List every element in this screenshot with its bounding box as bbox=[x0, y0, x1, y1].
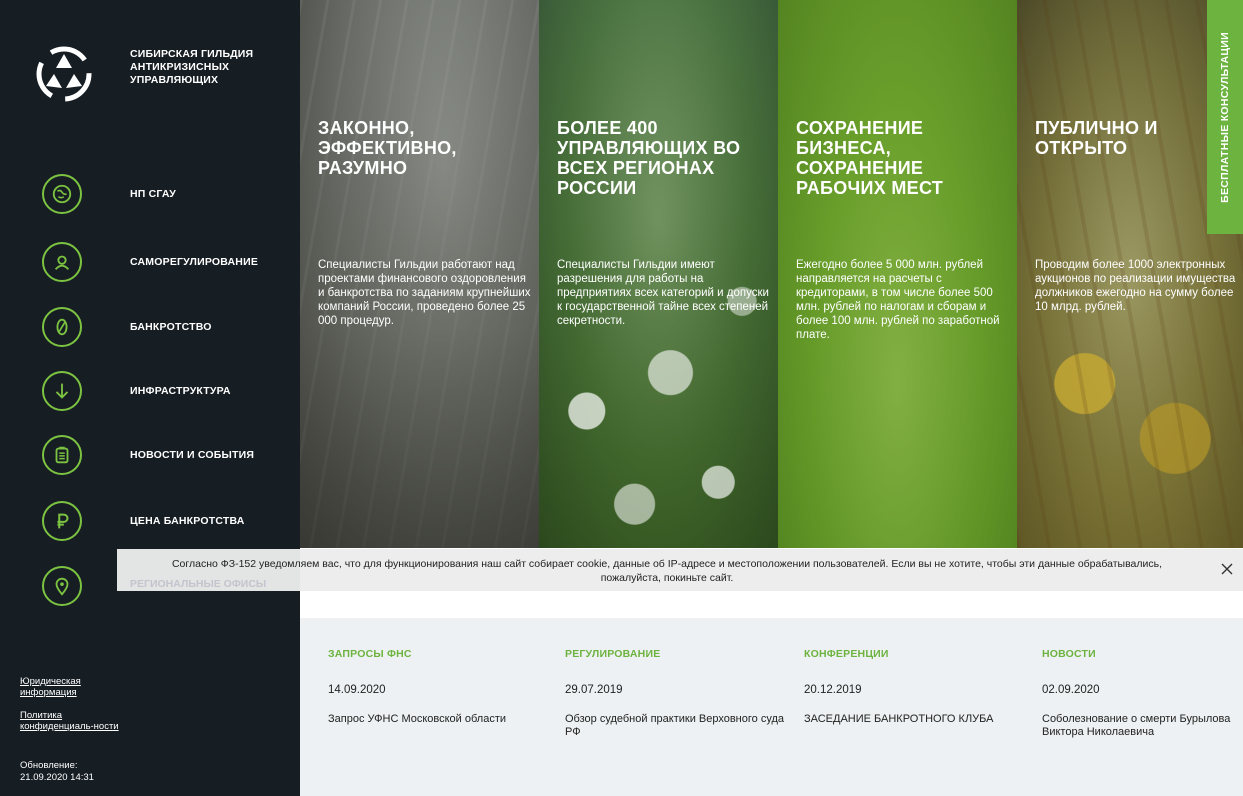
panel-text: Ежегодно более 5 000 млн. рублей направл… bbox=[796, 259, 1000, 341]
news-category-link[interactable]: РЕГУЛИРОВАНИЕ bbox=[565, 648, 660, 660]
nav-label: БАНКРОТСТВО bbox=[130, 321, 212, 333]
nav-label: ИНФРАСТРУКТУРА bbox=[130, 385, 231, 397]
nav-label: САМОРЕГУЛИРОВАНИЕ bbox=[130, 256, 259, 268]
nav-item-bankruptcy[interactable]: БАНКРОТСТВО bbox=[0, 303, 300, 353]
news-title-link[interactable]: Обзор судебной практики Верховного суда … bbox=[565, 713, 785, 739]
panel-title: БОЛЕЕ 400 УПРАВЛЯЮЩИХ ВО ВСЕХ РЕГИОНАХ Р… bbox=[557, 118, 741, 198]
person-icon bbox=[42, 242, 82, 282]
ruble-icon bbox=[42, 501, 82, 541]
news-date: 29.07.2019 bbox=[565, 684, 623, 696]
zero-icon bbox=[42, 307, 82, 347]
panel-text: Специалисты Гильдии работают над проекта… bbox=[318, 259, 531, 327]
brand-name: СИБИРСКАЯ ГИЛЬДИЯ АНТИКРИЗИСНЫХ УПРАВЛЯЮ… bbox=[130, 48, 254, 86]
arrow-down-icon bbox=[42, 371, 82, 411]
nav-item-self-regulation[interactable]: САМОРЕГУЛИРОВАНИЕ bbox=[0, 238, 300, 288]
nav-item-news-events[interactable]: НОВОСТИ И СОБЫТИЯ bbox=[0, 431, 300, 481]
update-label: Обновление: bbox=[20, 760, 78, 771]
hero-panel-managers[interactable]: БОЛЕЕ 400 УПРАВЛЯЮЩИХ ВО ВСЕХ РЕГИОНАХ Р… bbox=[539, 0, 778, 548]
nav-label: НП СГАУ bbox=[130, 188, 177, 200]
hero-panel-business[interactable]: СОХРАНЕНИЕ БИЗНЕСА, СОХРАНЕНИЕ РАБОЧИХ М… bbox=[778, 0, 1017, 548]
legal-info-link[interactable]: Юридическая информация bbox=[20, 676, 110, 698]
news-category-link[interactable]: НОВОСТИ bbox=[1042, 648, 1096, 660]
news-title-link[interactable]: ЗАСЕДАНИЕ БАНКРОТНОГО КЛУБА bbox=[804, 713, 1024, 726]
news-date: 20.12.2019 bbox=[804, 684, 862, 696]
nav-item-np-sgau[interactable]: НП СГАУ bbox=[0, 170, 300, 220]
clipboard-icon bbox=[42, 435, 82, 475]
nav-label: ЦЕНА БАНКРОТСТВА bbox=[130, 515, 245, 527]
nav-label-regional-offices: РЕГИОНАЛЬНЫЕ ОФИСЫ bbox=[130, 578, 267, 590]
nav-item-infrastructure[interactable]: ИНФРАСТРУКТУРА bbox=[0, 367, 300, 417]
news-section: ЗАПРОСЫ ФНС 14.09.2020 Запрос УФНС Моско… bbox=[300, 618, 1243, 796]
update-timestamp: 21.09.2020 14:31 bbox=[20, 772, 94, 783]
panel-text: Проводим более 1000 электронных аукционо… bbox=[1035, 259, 1236, 313]
free-consultation-tab[interactable]: БЕСПЛАТНЫЕ КОНСУЛЬТАЦИИ bbox=[1207, 0, 1243, 234]
news-date: 02.09.2020 bbox=[1042, 684, 1100, 696]
close-icon[interactable] bbox=[1219, 561, 1235, 577]
panel-text: Специалисты Гильдии имеют разрешения для… bbox=[557, 259, 769, 327]
hero-panel-legal[interactable]: ЗАКОННО, ЭФФЕКТИВНО, РАЗУМНО Специалисты… bbox=[300, 0, 539, 548]
cookie-text: Согласно ФЗ-152 уведомляем вас, что для … bbox=[171, 558, 1163, 584]
cookie-banner: Согласно ФЗ-152 уведомляем вас, что для … bbox=[117, 549, 1243, 591]
privacy-policy-link[interactable]: Политика конфиденциаль-ности bbox=[20, 710, 120, 732]
logo-icon[interactable] bbox=[36, 46, 92, 102]
free-consultation-label: БЕСПЛАТНЫЕ КОНСУЛЬТАЦИИ bbox=[1219, 31, 1231, 203]
news-title-link[interactable]: Соболезнование о смерти Бурылова Виктора… bbox=[1042, 713, 1243, 739]
news-category-link[interactable]: ЗАПРОСЫ ФНС bbox=[328, 648, 412, 660]
globe-icon bbox=[42, 174, 82, 214]
nav-label: НОВОСТИ И СОБЫТИЯ bbox=[130, 449, 255, 461]
panel-title: ЗАКОННО, ЭФФЕКТИВНО, РАЗУМНО bbox=[318, 118, 457, 178]
news-title-link[interactable]: Запрос УФНС Московской области bbox=[328, 713, 548, 726]
news-date: 14.09.2020 bbox=[328, 684, 386, 696]
news-category-link[interactable]: КОНФЕРЕНЦИИ bbox=[804, 648, 889, 660]
location-pin-icon bbox=[42, 566, 82, 606]
sidebar: СИБИРСКАЯ ГИЛЬДИЯ АНТИКРИЗИСНЫХ УПРАВЛЯЮ… bbox=[0, 0, 300, 796]
panel-title: ПУБЛИЧНО И ОТКРЫТО bbox=[1035, 118, 1158, 158]
panel-title: СОХРАНЕНИЕ БИЗНЕСА, СОХРАНЕНИЕ РАБОЧИХ М… bbox=[796, 118, 944, 198]
nav-item-bankruptcy-price[interactable]: ЦЕНА БАНКРОТСТВА bbox=[0, 497, 300, 547]
